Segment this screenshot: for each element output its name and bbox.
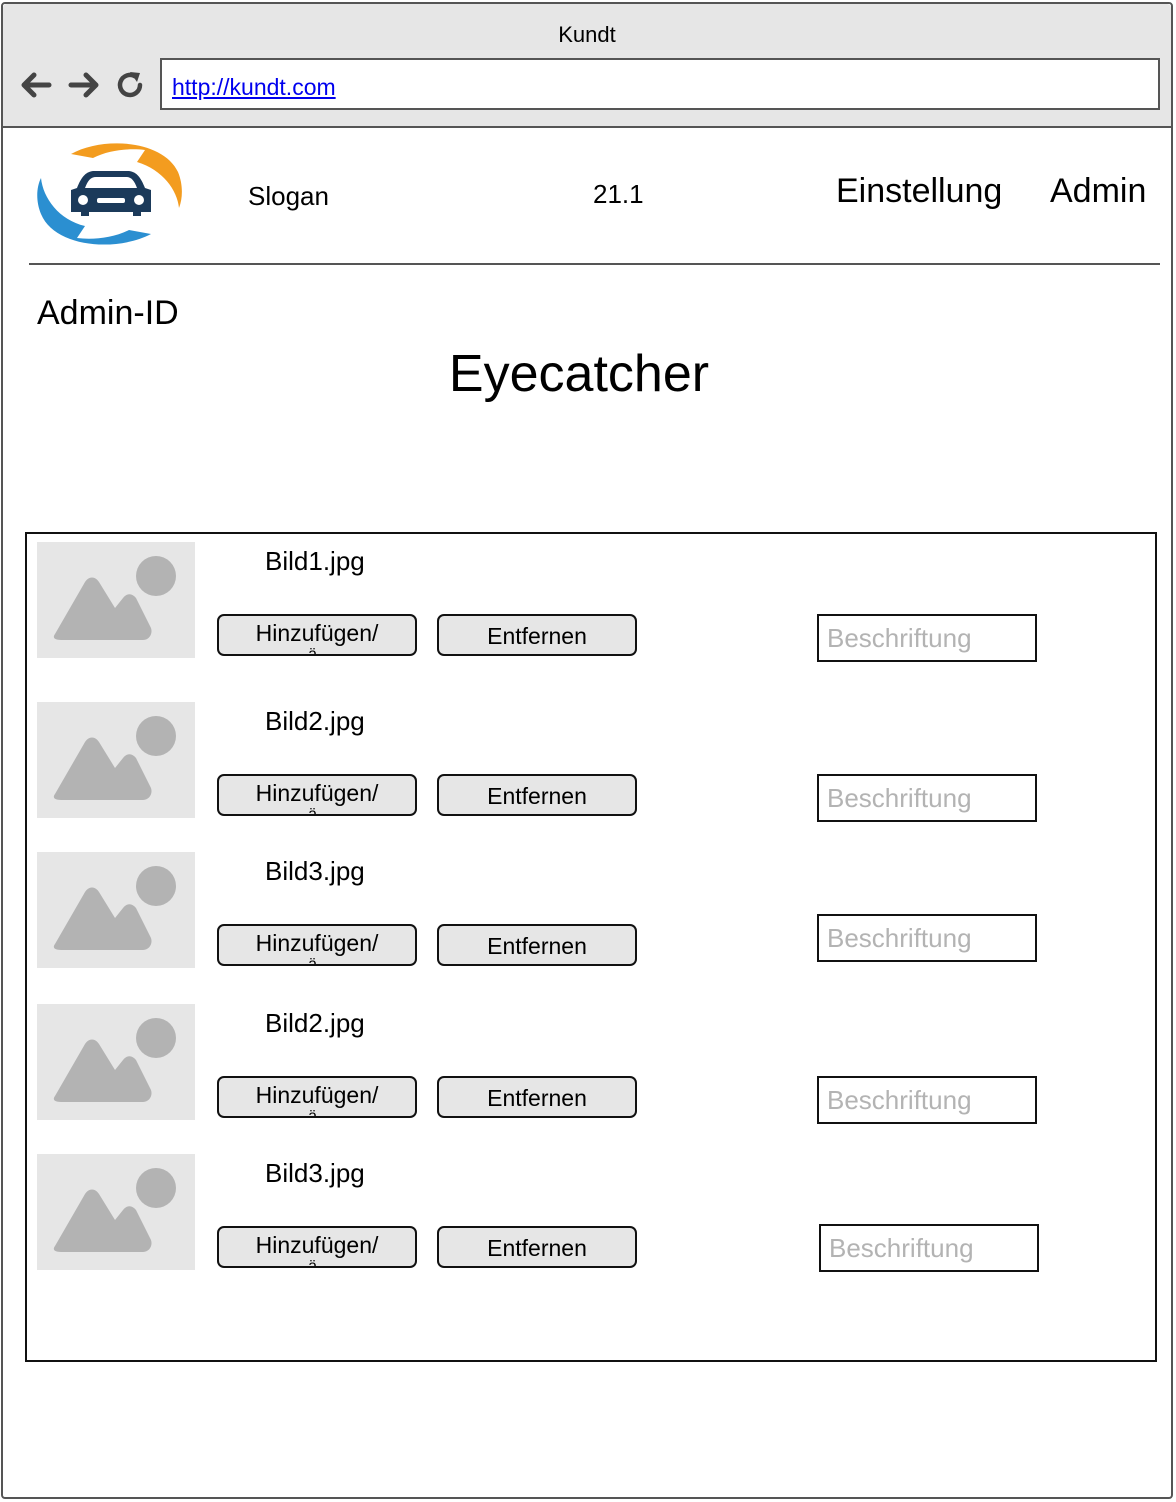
forward-arrow-icon[interactable] xyxy=(67,68,101,102)
add-change-label: Hinzufügen/ xyxy=(255,780,379,806)
image-row: Bild1.jpg Hinzufügen/ä . Entfernen xyxy=(27,542,1155,662)
nav-einstellung[interactable]: Einstellung xyxy=(836,172,1002,211)
remove-button[interactable]: Entfernen xyxy=(437,1076,637,1118)
image-placeholder-icon xyxy=(37,542,195,658)
back-arrow-icon[interactable] xyxy=(19,68,53,102)
remove-button[interactable]: Entfernen xyxy=(437,1226,637,1268)
add-change-label: Hinzufügen/ xyxy=(255,1082,379,1108)
caption-input[interactable] xyxy=(817,1076,1037,1124)
image-placeholder-icon xyxy=(37,1154,195,1270)
image-filename: Bild1.jpg xyxy=(265,546,365,576)
add-change-label: Hinzufügen/ xyxy=(255,930,379,956)
add-change-label-overflow: ä . xyxy=(308,956,326,966)
add-change-label-overflow: ä . xyxy=(308,806,326,816)
add-change-button[interactable]: Hinzufügen/ä . xyxy=(217,614,417,656)
add-change-label: Hinzufügen/ xyxy=(255,620,379,646)
image-row: Bild3.jpg Hinzufügen/ä . Entfernen xyxy=(27,852,1155,972)
image-placeholder-icon xyxy=(37,1004,195,1120)
image-list-panel: Bild1.jpg Hinzufügen/ä . Entfernen Bild2… xyxy=(25,532,1157,1362)
add-change-button[interactable]: Hinzufügen/ä . xyxy=(217,924,417,966)
window-title: Kundt xyxy=(558,22,616,47)
add-change-label-overflow: ä . xyxy=(308,646,326,656)
version-label: 21.1 xyxy=(593,179,644,209)
image-filename: Bild2.jpg xyxy=(265,1008,365,1038)
image-placeholder-icon xyxy=(37,702,195,818)
caption-input[interactable] xyxy=(819,1224,1039,1272)
caption-input[interactable] xyxy=(817,774,1037,822)
header-divider xyxy=(29,263,1160,265)
slogan: Slogan xyxy=(248,181,329,211)
image-row: Bild2.jpg Hinzufügen/ä . Entfernen xyxy=(27,1004,1155,1124)
nav-admin[interactable]: Admin xyxy=(1050,172,1146,211)
add-change-label: Hinzufügen/ xyxy=(255,1232,379,1258)
image-row: Bild2.jpg Hinzufügen/ä . Entfernen xyxy=(27,702,1155,822)
add-change-button[interactable]: Hinzufügen/ä . xyxy=(217,774,417,816)
remove-button[interactable]: Entfernen xyxy=(437,774,637,816)
add-change-button[interactable]: Hinzufügen/ä . xyxy=(217,1226,417,1268)
browser-chrome: Kundt http://kundt.com xyxy=(3,4,1171,128)
remove-button[interactable]: Entfernen xyxy=(437,614,637,656)
browser-window: Kundt http://kundt.com Slogan 21.1 Einst… xyxy=(1,2,1173,1499)
image-placeholder-icon xyxy=(37,852,195,968)
car-logo-icon xyxy=(37,143,182,245)
image-filename: Bild2.jpg xyxy=(265,706,365,736)
reload-icon[interactable] xyxy=(113,68,147,102)
url-link[interactable]: http://kundt.com xyxy=(172,74,336,101)
caption-input[interactable] xyxy=(817,914,1037,962)
caption-input[interactable] xyxy=(817,614,1037,662)
add-change-label-overflow: ä . xyxy=(308,1108,326,1118)
image-filename: Bild3.jpg xyxy=(265,1158,365,1188)
add-change-label-overflow: ä . xyxy=(308,1258,326,1268)
image-filename: Bild3.jpg xyxy=(265,856,365,886)
admin-id-label: Admin-ID xyxy=(37,294,179,332)
image-row: Bild3.jpg Hinzufügen/ä . Entfernen xyxy=(27,1154,1155,1274)
page-title: Eyecatcher xyxy=(448,345,710,403)
add-change-button[interactable]: Hinzufügen/ä . xyxy=(217,1076,417,1118)
remove-button[interactable]: Entfernen xyxy=(437,924,637,966)
address-bar[interactable]: http://kundt.com xyxy=(160,58,1160,110)
